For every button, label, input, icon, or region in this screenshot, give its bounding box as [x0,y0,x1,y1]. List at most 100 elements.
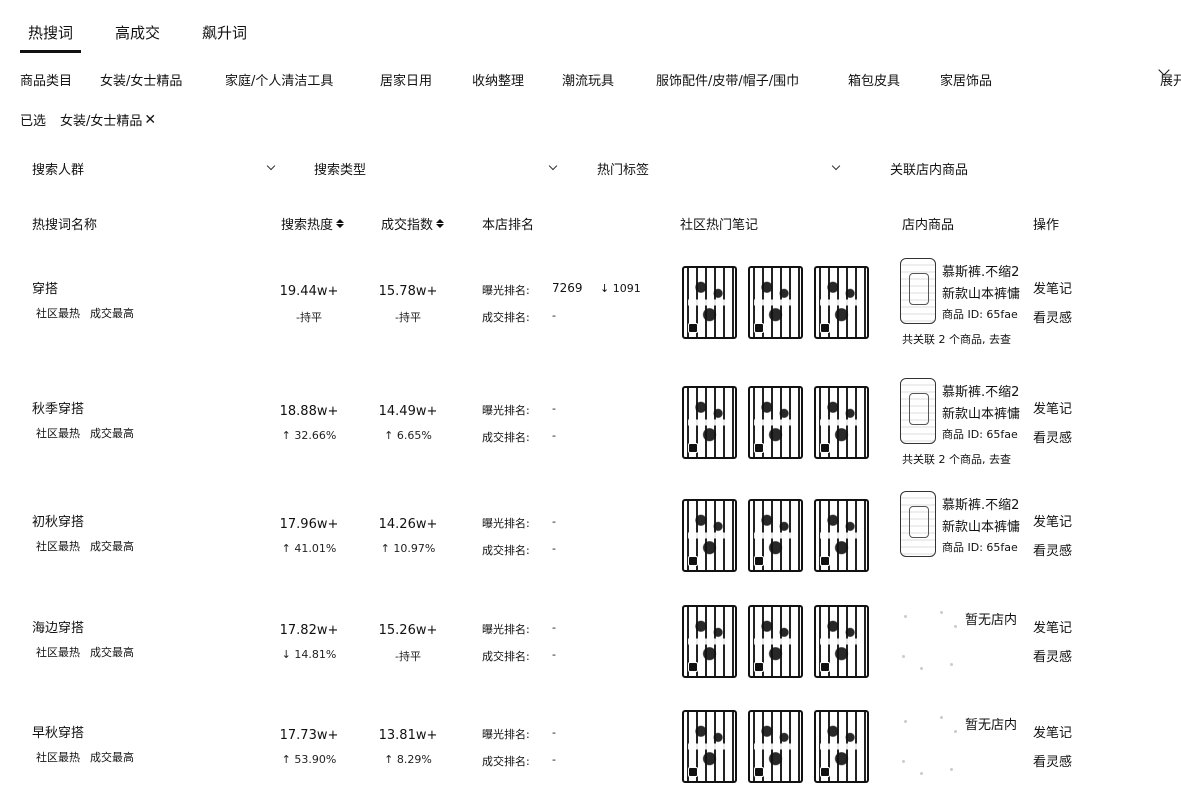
product-name-line1[interactable]: 慕斯裤.不缩2 [942,494,1024,513]
exposure-rank-delta: ↓ 1091 [600,282,641,295]
category-item[interactable]: 居家日用 [380,70,432,89]
category-filter-row: 商品类目 女装/女士精品 家庭/个人清洁工具 居家日用 收纳整理 潮流玩具 服饰… [20,64,1181,90]
product-id: 商品 ID: 65fae [942,308,1018,321]
exposure-rank-value: - [552,621,556,634]
deal-rank-label: 成交排名: [482,650,530,663]
product-name-line2[interactable]: 新款山本裤慵 [942,403,1024,422]
header-actions-label: 操作 [1033,218,1060,233]
badge-deal-high: 成交最高 [90,307,134,320]
chevron-down-icon [831,161,841,171]
deal-index-value: 13.81w+ [378,728,438,743]
hot-tags-select-label: 热门标签 [597,162,650,178]
table-row: 早秋穿搭 社区最热 成交最高 17.73w+ ↑ 53.90% 13.81w+ ↑ 8… [0,710,1181,793]
empty-product-placeholder [900,605,960,671]
tab-rising[interactable]: 飙升词 [194,22,255,53]
category-item[interactable]: 家居饰品 [940,70,992,89]
deal-rank-label: 成交排名: [482,544,530,557]
selected-tag-label: 女装/女士精品 [60,114,143,129]
linked-products-select[interactable]: 关联店内商品 [890,158,1010,178]
community-note-thumbnail[interactable] [748,710,803,783]
community-note-thumbnail[interactable] [814,605,869,678]
search-heat-value: 17.96w+ [279,517,339,532]
badge-community-hot: 社区最热 [36,427,80,440]
selected-tag[interactable]: 女装/女士精品 ✕ [60,110,156,130]
search-type-select[interactable]: 搜索类型 [314,158,560,178]
product-id: 商品 ID: 65fae [942,541,1018,554]
community-note-thumbnail[interactable] [682,710,737,783]
exposure-rank-label: 曝光排名: [482,284,530,297]
exposure-rank-value: - [552,726,556,739]
category-item[interactable]: 收纳整理 [472,70,524,89]
view-inspiration-link[interactable]: 看灵感 [1033,540,1072,559]
product-name-line1[interactable]: 慕斯裤.不缩2 [942,261,1024,280]
deal-index-trend: ↑ 8.29% [384,753,432,766]
post-note-link[interactable]: 发笔记 [1033,398,1072,417]
video-icon [820,323,830,333]
community-note-thumbnail[interactable] [814,386,869,459]
product-assoc-link[interactable]: 共关联 2 个商品, 去查 [902,331,1024,347]
category-item[interactable]: 潮流玩具 [562,70,614,89]
product-thumbnail[interactable] [900,491,936,557]
community-note-thumbnail[interactable] [682,605,737,678]
exposure-rank-value: 7269 [552,281,583,295]
community-note-thumbnail[interactable] [748,266,803,339]
keyword-badges: 社区最热 成交最高 [36,644,134,660]
exposure-rank-label: 曝光排名: [482,517,530,530]
sort-icon[interactable] [436,219,445,228]
community-note-thumbnail[interactable] [748,386,803,459]
product-name-line1[interactable]: 慕斯裤.不缩2 [942,381,1024,400]
post-note-link[interactable]: 发笔记 [1033,278,1072,297]
chevron-down-icon [266,161,276,171]
view-inspiration-link[interactable]: 看灵感 [1033,646,1072,665]
audience-select[interactable]: 搜索人群 [32,158,278,178]
keyword: 穿搭 [32,282,59,297]
keyword-badges: 社区最热 成交最高 [36,305,134,321]
header-deal-index[interactable]: 成交指数 [381,214,445,233]
badge-community-hot: 社区最热 [36,751,80,764]
category-item[interactable]: 女装/女士精品 [100,70,182,89]
product-name-line2[interactable]: 新款山本裤慵 [942,516,1024,535]
view-inspiration-link[interactable]: 看灵感 [1033,427,1072,446]
post-note-link[interactable]: 发笔记 [1033,511,1072,530]
exposure-rank-label: 曝光排名: [482,728,530,741]
community-note-thumbnail[interactable] [814,266,869,339]
sort-icon[interactable] [336,219,345,228]
hot-tags-select[interactable]: 热门标签 [597,158,843,178]
search-heat-value: 17.73w+ [279,728,339,743]
community-note-thumbnail[interactable] [682,386,737,459]
post-note-link[interactable]: 发笔记 [1033,617,1072,636]
community-note-thumbnail[interactable] [748,605,803,678]
tab-hot-search[interactable]: 热搜词 [20,22,82,53]
video-icon [754,662,764,672]
product-assoc-link[interactable]: 共关联 2 个商品, 去查 [902,451,1024,467]
deal-index-trend: -持平 [395,650,421,663]
community-note-thumbnail[interactable] [682,266,737,339]
header-search-heat[interactable]: 搜索热度 [281,214,345,233]
deal-rank-value: - [552,648,556,661]
community-note-thumbnail[interactable] [682,499,737,572]
product-name-line2[interactable]: 新款山本裤慵 [942,283,1024,302]
view-inspiration-link[interactable]: 看灵感 [1033,751,1072,770]
exposure-rank-label: 曝光排名: [482,404,530,417]
search-heat-value: 19.44w+ [279,284,339,299]
category-item[interactable]: 服饰配件/皮带/帽子/围巾 [656,70,799,89]
badge-deal-high: 成交最高 [90,540,134,553]
community-note-thumbnail[interactable] [814,710,869,783]
exposure-rank-label: 曝光排名: [482,623,530,636]
deal-index-value: 15.78w+ [378,284,438,299]
close-icon[interactable]: ✕ [144,113,156,127]
product-thumbnail[interactable] [900,258,936,324]
header-store-rank: 本店排名 [482,214,534,233]
category-item[interactable]: 家庭/个人清洁工具 [225,70,333,89]
badge-deal-high: 成交最高 [90,427,134,440]
search-heat-trend: ↑ 41.01% [281,542,337,555]
community-note-thumbnail[interactable] [814,499,869,572]
product-thumbnail[interactable] [900,378,936,444]
tab-high-deal[interactable]: 高成交 [107,22,168,53]
exposure-rank-value: - [552,515,556,528]
view-inspiration-link[interactable]: 看灵感 [1033,307,1072,326]
category-item[interactable]: 箱包皮具 [848,70,900,89]
community-note-thumbnail[interactable] [748,499,803,572]
post-note-link[interactable]: 发笔记 [1033,722,1072,741]
deal-rank-label: 成交排名: [482,311,530,324]
